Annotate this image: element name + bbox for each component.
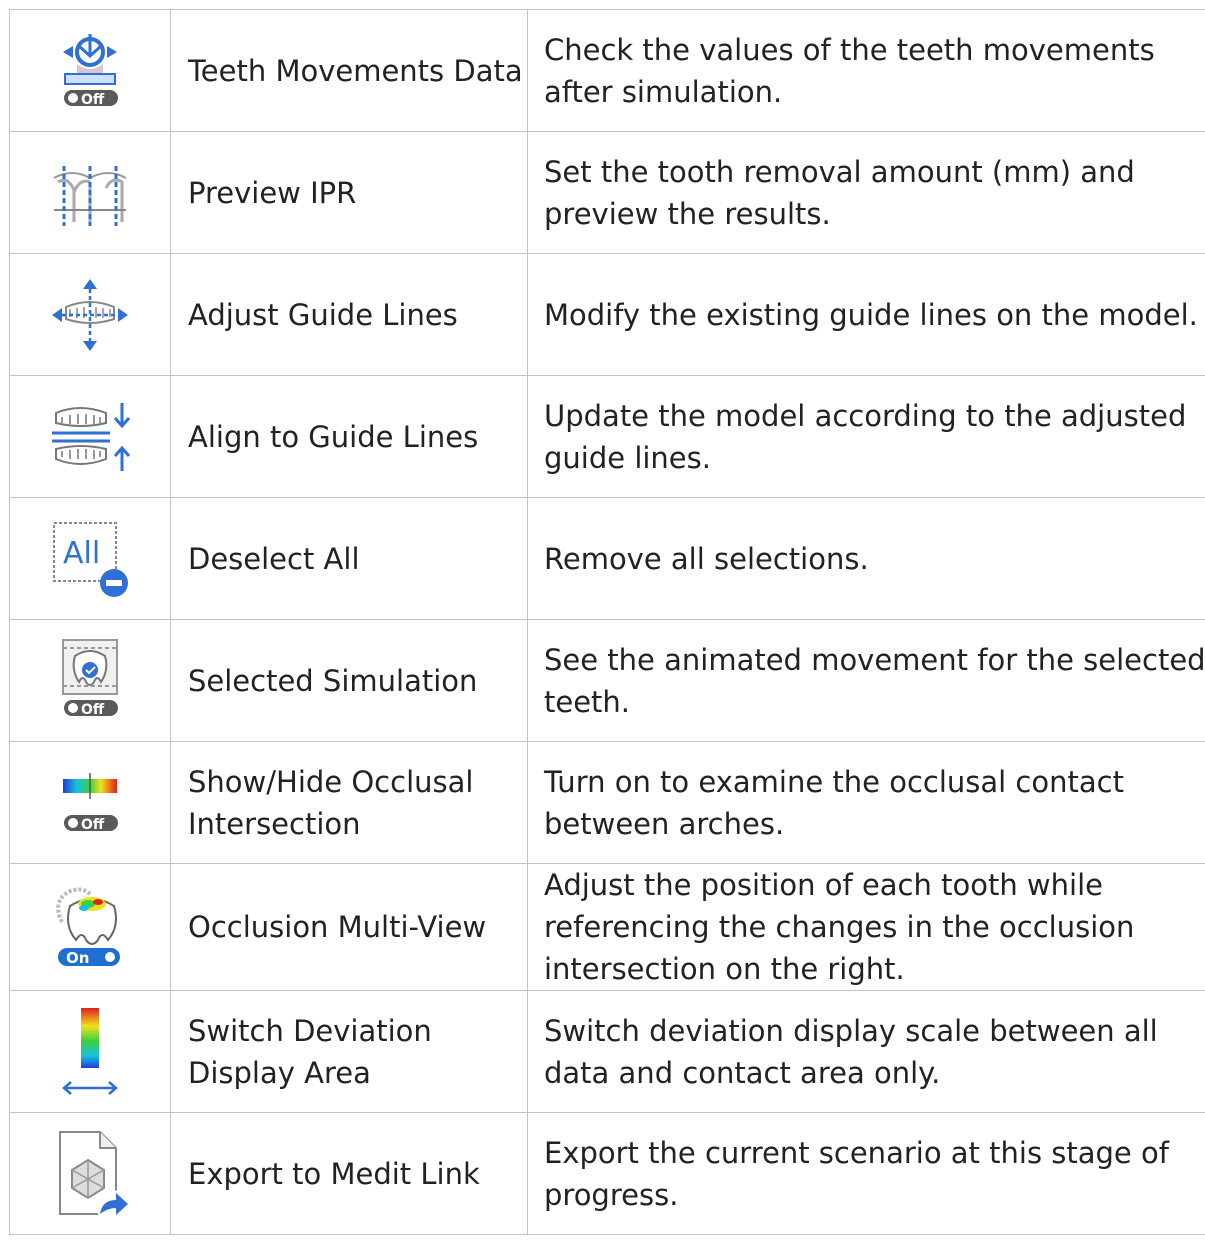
table-row: Export to Medit Link Export the current … — [9, 1112, 1205, 1235]
tool-description: Remove all selections. — [527, 497, 1205, 620]
selected-simulation-icon: Off — [62, 638, 118, 718]
tool-description: Modify the existing guide lines on the m… — [527, 253, 1205, 376]
switch-deviation-icon — [62, 1007, 118, 1095]
tool-table: Off Teeth Movements Data Check the value… — [9, 9, 1205, 1235]
align-to-guide-lines-icon — [52, 402, 131, 471]
teeth-movements-data-icon: Off — [63, 33, 118, 108]
toggle-label: On — [66, 949, 89, 967]
tool-name: Preview IPR — [170, 131, 528, 254]
table-row: Preview IPR Set the tooth removal amount… — [9, 131, 1205, 254]
icon-cell — [9, 1112, 171, 1235]
occlusal-intersection-icon: Off — [63, 772, 118, 833]
icon-cell — [9, 131, 171, 254]
tool-name: Deselect All — [170, 497, 528, 620]
toggle-label: Off — [81, 92, 105, 108]
occlusion-multi-view-icon: On — [56, 887, 120, 967]
tool-description: Export the current scenario at this stag… — [527, 1112, 1205, 1235]
icon-cell — [9, 990, 171, 1113]
table-row: Adjust Guide Lines Modify the existing g… — [9, 253, 1205, 376]
tool-name: Switch Deviation Display Area — [170, 990, 528, 1113]
icon-cell — [9, 253, 171, 376]
tool-name: Occlusion Multi-View — [170, 863, 528, 991]
deselect-all-icon: All — [53, 521, 128, 597]
table-row: Switch Deviation Display Area Switch dev… — [9, 990, 1205, 1113]
preview-ipr-icon — [53, 165, 127, 226]
table-row: Off Teeth Movements Data Check the value… — [9, 9, 1205, 132]
tool-name: Selected Simulation — [170, 619, 528, 742]
icon-text: All — [63, 536, 100, 571]
tool-name: Adjust Guide Lines — [170, 253, 528, 376]
table-row: Align to Guide Lines Update the model ac… — [9, 375, 1205, 498]
table-row: On Occlusion Multi-View Adjust the posit… — [9, 863, 1205, 991]
tool-name: Export to Medit Link — [170, 1112, 528, 1235]
icon-cell: Off — [9, 9, 171, 132]
tool-name: Teeth Movements Data — [170, 9, 528, 132]
tool-description: Check the values of the teeth movements … — [527, 9, 1205, 132]
table-row: Off Show/Hide Occlusal Intersection Turn… — [9, 741, 1205, 864]
icon-cell: All — [9, 497, 171, 620]
icon-cell: Off — [9, 619, 171, 742]
icon-cell — [9, 375, 171, 498]
tool-description: Adjust the position of each tooth while … — [527, 863, 1205, 991]
tool-description: See the animated movement for the select… — [527, 619, 1205, 742]
tool-description: Switch deviation display scale between a… — [527, 990, 1205, 1113]
tool-description: Update the model according to the adjust… — [527, 375, 1205, 498]
tool-name: Align to Guide Lines — [170, 375, 528, 498]
toggle-label: Off — [81, 702, 105, 718]
icon-cell: Off — [9, 741, 171, 864]
export-medit-link-icon — [59, 1130, 128, 1222]
tool-name: Show/Hide Occlusal Intersection — [170, 741, 528, 864]
tool-description: Set the tooth removal amount (mm) and pr… — [527, 131, 1205, 254]
toggle-label: Off — [81, 817, 105, 833]
table-row: Off Selected Simulation See the animated… — [9, 619, 1205, 742]
adjust-guide-lines-icon — [52, 278, 128, 351]
tool-description: Turn on to examine the occlusal contact … — [527, 741, 1205, 864]
table-row: All Deselect All Remove all selections. — [9, 497, 1205, 620]
icon-cell: On — [9, 863, 171, 991]
